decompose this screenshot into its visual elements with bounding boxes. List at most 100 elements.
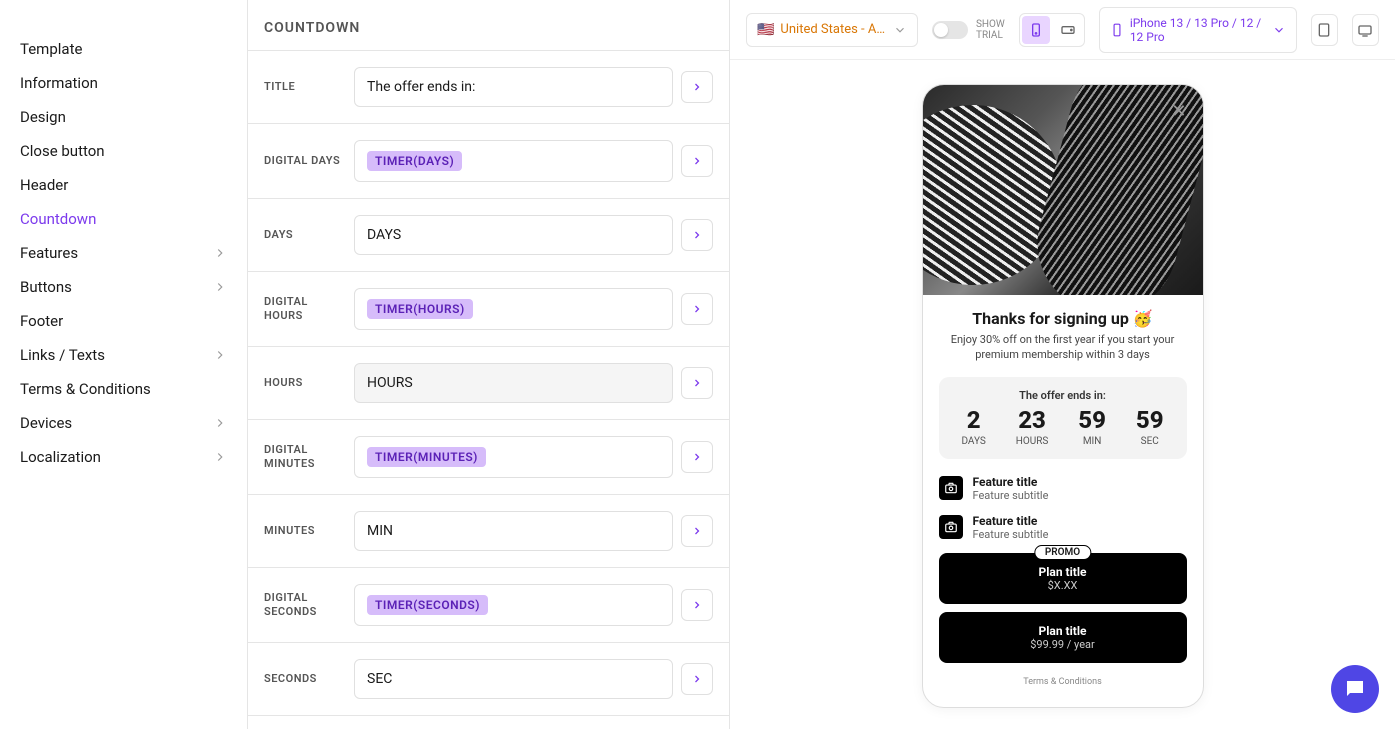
expand-button[interactable] xyxy=(681,219,713,251)
input-value: SEC xyxy=(367,671,392,687)
feature-title: Feature title xyxy=(973,514,1049,528)
plan-option[interactable]: Plan title$X.XX xyxy=(939,553,1187,604)
tablet-button[interactable] xyxy=(1311,14,1338,46)
intercom-button[interactable] xyxy=(1331,665,1379,713)
sidebar-item-terms[interactable]: Terms & Conditions xyxy=(0,372,247,406)
field-label: TITLE xyxy=(264,80,342,94)
chevron-right-icon xyxy=(213,348,227,362)
countdown-title: The offer ends in: xyxy=(947,389,1179,402)
preview-subtitle: Enjoy 30% off on the first year if you s… xyxy=(939,332,1187,363)
sidebar-item-label: Close button xyxy=(20,142,105,160)
device-select[interactable]: iPhone 13 / 13 Pro / 12 / 12 Pro xyxy=(1099,7,1297,53)
expand-button[interactable] xyxy=(681,293,713,325)
camera-icon xyxy=(939,476,963,500)
token-badge: TIMER(HOURS) xyxy=(367,299,473,319)
feature-item: Feature titleFeature subtitle xyxy=(939,475,1187,502)
expand-button[interactable] xyxy=(681,663,713,695)
show-trial-toggle: SHOWTRIAL xyxy=(932,19,1005,41)
field-digital-days: DIGITAL DAYS TIMER(DAYS) xyxy=(248,124,729,199)
sidebar-item-header[interactable]: Header xyxy=(0,168,247,202)
feature-subtitle: Feature subtitle xyxy=(973,528,1049,541)
digital-days-input[interactable]: TIMER(DAYS) xyxy=(354,140,673,182)
preview-title: Thanks for signing up 🥳 xyxy=(939,309,1187,328)
sidebar-item-label: Template xyxy=(20,40,82,58)
expand-button[interactable] xyxy=(681,367,713,399)
countdown-sec: 59SEC xyxy=(1136,406,1164,447)
sidebar-item-links-texts[interactable]: Links / Texts xyxy=(0,338,247,372)
sidebar-item-template[interactable]: Template xyxy=(0,32,247,66)
expand-button[interactable] xyxy=(681,71,713,103)
close-icon[interactable]: ✕ xyxy=(1171,101,1186,122)
field-minutes: MINUTES MIN xyxy=(248,495,729,568)
flag-icon: 🇺🇸 xyxy=(757,22,774,38)
field-digital-hours: DIGITAL HOURS TIMER(HOURS) xyxy=(248,272,729,347)
toggle-thumb xyxy=(934,23,948,37)
plan-title: Plan title xyxy=(951,624,1175,638)
portrait-button[interactable] xyxy=(1022,16,1050,44)
sidebar-item-design[interactable]: Design xyxy=(0,100,247,134)
sidebar-item-label: Design xyxy=(20,108,66,126)
toggle-label: SHOWTRIAL xyxy=(976,19,1005,41)
title-input[interactable]: The offer ends in: xyxy=(354,67,673,107)
token-badge: TIMER(DAYS) xyxy=(367,151,462,171)
device-label: iPhone 13 / 13 Pro / 12 / 12 Pro xyxy=(1130,16,1266,44)
preview-pane: 🇺🇸 United States - Ap... SHOWTRIAL iPhon… xyxy=(730,0,1395,729)
sidebar: Template Information Design Close button… xyxy=(0,0,248,729)
input-value: HOURS xyxy=(367,375,413,391)
expand-button[interactable] xyxy=(681,145,713,177)
sidebar-item-devices[interactable]: Devices xyxy=(0,406,247,440)
sidebar-item-label: Features xyxy=(20,244,78,262)
field-label: DIGITAL MINUTES xyxy=(264,443,342,472)
country-select[interactable]: 🇺🇸 United States - Ap... xyxy=(746,13,918,47)
sidebar-item-label: Devices xyxy=(20,414,72,432)
expand-button[interactable] xyxy=(681,515,713,547)
expand-button[interactable] xyxy=(681,441,713,473)
digital-hours-input[interactable]: TIMER(HOURS) xyxy=(354,288,673,330)
countdown-number: 59 xyxy=(1136,406,1164,434)
sidebar-item-features[interactable]: Features xyxy=(0,236,247,270)
sidebar-item-label: Terms & Conditions xyxy=(20,380,151,398)
plan-option[interactable]: Plan title$99.99 / year xyxy=(939,612,1187,663)
field-days: DAYS DAYS xyxy=(248,199,729,272)
countdown-number: 2 xyxy=(961,406,985,434)
country-label: United States - Ap... xyxy=(780,22,887,37)
countdown-label: MIN xyxy=(1078,436,1106,447)
input-value: The offer ends in: xyxy=(367,79,475,95)
field-digital-seconds: DIGITAL SECONDS TIMER(SECONDS) xyxy=(248,568,729,643)
digital-minutes-input[interactable]: TIMER(MINUTES) xyxy=(354,436,673,478)
field-hours: HOURS HOURS xyxy=(248,347,729,420)
input-value: MIN xyxy=(367,523,393,539)
seconds-input[interactable]: SEC xyxy=(354,659,673,699)
expand-button[interactable] xyxy=(681,589,713,621)
chevron-down-icon xyxy=(1272,23,1286,37)
chat-icon xyxy=(1343,677,1367,701)
feature-subtitle: Feature subtitle xyxy=(973,489,1049,502)
landscape-button[interactable] xyxy=(1054,16,1082,44)
sidebar-item-countdown[interactable]: Countdown xyxy=(0,202,247,236)
field-digital-minutes: DIGITAL MINUTES TIMER(MINUTES) xyxy=(248,420,729,495)
plan-list: PROMO Plan title$X.XX Plan title$99.99 /… xyxy=(939,553,1187,663)
sidebar-item-label: Footer xyxy=(20,312,63,330)
sidebar-item-label: Localization xyxy=(20,448,101,466)
orientation-group xyxy=(1019,13,1085,47)
chevron-down-icon xyxy=(893,23,907,37)
toggle-switch[interactable] xyxy=(932,21,968,39)
minutes-input[interactable]: MIN xyxy=(354,511,673,551)
sidebar-item-buttons[interactable]: Buttons xyxy=(0,270,247,304)
field-title: TITLE The offer ends in: xyxy=(248,51,729,124)
plan-title: Plan title xyxy=(951,565,1175,579)
countdown-number: 23 xyxy=(1016,406,1049,434)
hours-input[interactable]: HOURS xyxy=(354,363,673,403)
sidebar-item-close-button[interactable]: Close button xyxy=(0,134,247,168)
chevron-right-icon xyxy=(213,450,227,464)
days-input[interactable]: DAYS xyxy=(354,215,673,255)
plan-price: $X.XX xyxy=(951,579,1175,592)
terms-link[interactable]: Terms & Conditions xyxy=(939,671,1187,697)
sidebar-item-localization[interactable]: Localization xyxy=(0,440,247,474)
sidebar-item-information[interactable]: Information xyxy=(0,66,247,100)
digital-seconds-input[interactable]: TIMER(SECONDS) xyxy=(354,584,673,626)
sidebar-item-footer[interactable]: Footer xyxy=(0,304,247,338)
field-label: DIGITAL SECONDS xyxy=(264,591,342,620)
countdown-days: 2DAYS xyxy=(961,406,985,447)
tv-button[interactable] xyxy=(1352,14,1379,46)
